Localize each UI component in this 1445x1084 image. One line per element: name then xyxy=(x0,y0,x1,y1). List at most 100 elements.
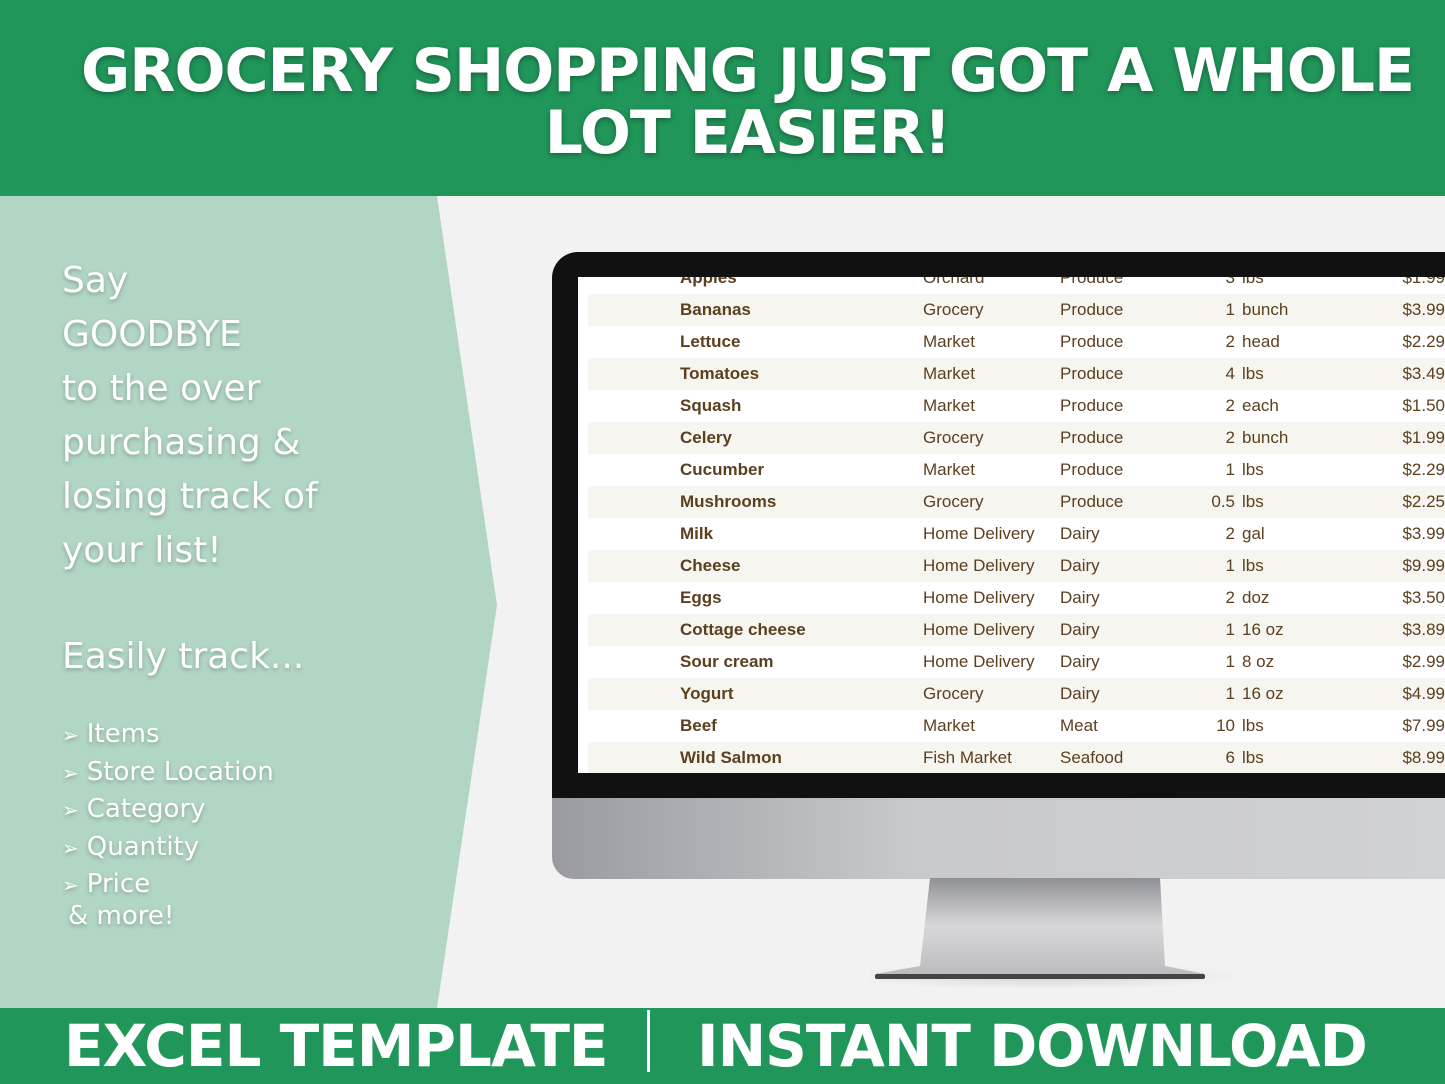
cell-store[interactable]: Market xyxy=(923,710,975,742)
cell-unit[interactable]: gal xyxy=(1242,518,1265,550)
cell-qty[interactable]: 2 xyxy=(1226,326,1235,358)
cell-qty[interactable]: 0.5 xyxy=(1211,486,1235,518)
cell-item[interactable]: Apples xyxy=(680,277,737,294)
cell-store[interactable]: Grocery xyxy=(923,294,983,326)
cell-price[interactable]: $3.99 xyxy=(1402,518,1445,550)
cell-unit[interactable]: bunch xyxy=(1242,422,1288,454)
cell-store[interactable]: Home Delivery xyxy=(923,614,1034,646)
cell-category[interactable]: Dairy xyxy=(1060,678,1100,710)
cell-unit[interactable]: lbs xyxy=(1242,454,1264,486)
cell-price[interactable]: $3.49 xyxy=(1402,358,1445,390)
cell-category[interactable]: Produce xyxy=(1060,454,1123,486)
cell-unit[interactable]: each xyxy=(1242,390,1279,422)
cell-item[interactable]: Cheese xyxy=(680,550,740,582)
cell-item[interactable]: Beef xyxy=(680,710,717,742)
cell-qty[interactable]: 6 xyxy=(1226,742,1235,773)
cell-price[interactable]: $3.50 xyxy=(1402,582,1445,614)
cell-category[interactable]: Dairy xyxy=(1060,614,1100,646)
cell-store[interactable]: Home Delivery xyxy=(923,518,1034,550)
cell-store[interactable]: Home Delivery xyxy=(923,646,1034,678)
cell-qty[interactable]: 1 xyxy=(1226,646,1235,678)
cell-qty[interactable]: 2 xyxy=(1226,422,1235,454)
cell-price[interactable]: $3.89 xyxy=(1402,614,1445,646)
cell-item[interactable]: Yogurt xyxy=(680,678,734,710)
cell-price[interactable]: $2.99 xyxy=(1402,646,1445,678)
cell-item[interactable]: Tomatoes xyxy=(680,358,759,390)
cell-item[interactable]: Bananas xyxy=(680,294,751,326)
cell-category[interactable]: Dairy xyxy=(1060,646,1100,678)
cell-store[interactable]: Market xyxy=(923,454,975,486)
cell-unit[interactable]: 8 oz xyxy=(1242,646,1274,678)
cell-item[interactable]: Wild Salmon xyxy=(680,742,782,773)
cell-item[interactable]: Cucumber xyxy=(680,454,764,486)
cell-qty[interactable]: 2 xyxy=(1226,582,1235,614)
cell-qty[interactable]: 1 xyxy=(1226,550,1235,582)
cell-price[interactable]: $2.25 xyxy=(1402,486,1445,518)
cell-item[interactable]: Sour cream xyxy=(680,646,774,678)
cell-category[interactable]: Seafood xyxy=(1060,742,1123,773)
table-row: Apples Orchard Produce 3 lbs $1.99 xyxy=(588,277,1445,294)
cell-item[interactable]: Eggs xyxy=(680,582,722,614)
cell-category[interactable]: Produce xyxy=(1060,390,1123,422)
cell-qty[interactable]: 1 xyxy=(1226,614,1235,646)
cell-unit[interactable]: bunch xyxy=(1242,294,1288,326)
cell-qty[interactable]: 1 xyxy=(1226,294,1235,326)
cell-category[interactable]: Dairy xyxy=(1060,518,1100,550)
cell-price[interactable]: $4.99 xyxy=(1402,678,1445,710)
cell-item[interactable]: Celery xyxy=(680,422,732,454)
cell-item[interactable]: Squash xyxy=(680,390,741,422)
table-row: Bananas Grocery Produce 1 bunch $3.99 xyxy=(588,294,1445,326)
cell-qty[interactable]: 4 xyxy=(1226,358,1235,390)
cell-unit[interactable]: lbs xyxy=(1242,277,1264,294)
cell-store[interactable]: Home Delivery xyxy=(923,550,1034,582)
cell-store[interactable]: Home Delivery xyxy=(923,582,1034,614)
cell-unit[interactable]: lbs xyxy=(1242,550,1264,582)
cell-item[interactable]: Lettuce xyxy=(680,326,740,358)
cell-category[interactable]: Produce xyxy=(1060,277,1123,294)
cell-price[interactable]: $2.29 xyxy=(1402,326,1445,358)
cell-qty[interactable]: 2 xyxy=(1226,518,1235,550)
cell-qty[interactable]: 1 xyxy=(1226,678,1235,710)
cell-store[interactable]: Market xyxy=(923,390,975,422)
cell-unit[interactable]: 16 oz xyxy=(1242,678,1284,710)
cell-price[interactable]: $8.99 xyxy=(1402,742,1445,773)
cell-unit[interactable]: lbs xyxy=(1242,358,1264,390)
cell-unit[interactable]: doz xyxy=(1242,582,1269,614)
cell-store[interactable]: Orchard xyxy=(923,277,984,294)
cell-store[interactable]: Grocery xyxy=(923,486,983,518)
cell-qty[interactable]: 2 xyxy=(1226,390,1235,422)
cell-store[interactable]: Fish Market xyxy=(923,742,1012,773)
cell-unit[interactable]: lbs xyxy=(1242,710,1264,742)
cell-item[interactable]: Mushrooms xyxy=(680,486,776,518)
cell-unit[interactable]: head xyxy=(1242,326,1280,358)
cell-price[interactable]: $1.50 xyxy=(1402,390,1445,422)
cell-item[interactable]: Milk xyxy=(680,518,713,550)
cell-category[interactable]: Produce xyxy=(1060,326,1123,358)
cell-category[interactable]: Produce xyxy=(1060,486,1123,518)
cell-store[interactable]: Market xyxy=(923,358,975,390)
cell-qty[interactable]: 3 xyxy=(1226,277,1235,294)
feature-item: ➢ Quantity xyxy=(62,829,274,867)
cell-price[interactable]: $7.99 xyxy=(1402,710,1445,742)
cell-category[interactable]: Dairy xyxy=(1060,550,1100,582)
cell-category[interactable]: Dairy xyxy=(1060,582,1100,614)
cell-price[interactable]: $9.99 xyxy=(1402,550,1445,582)
cell-unit[interactable]: lbs xyxy=(1242,742,1264,773)
cell-qty[interactable]: 10 xyxy=(1216,710,1235,742)
cell-unit[interactable]: 16 oz xyxy=(1242,614,1284,646)
cell-price[interactable]: $2.29 xyxy=(1402,454,1445,486)
cell-price[interactable]: $1.99 xyxy=(1402,422,1445,454)
cell-unit[interactable]: lbs xyxy=(1242,486,1264,518)
table-row: Squash Market Produce 2 each $1.50 xyxy=(588,390,1445,422)
cell-qty[interactable]: 1 xyxy=(1226,454,1235,486)
cell-category[interactable]: Produce xyxy=(1060,422,1123,454)
cell-price[interactable]: $1.99 xyxy=(1402,277,1445,294)
cell-category[interactable]: Produce xyxy=(1060,358,1123,390)
cell-store[interactable]: Grocery xyxy=(923,422,983,454)
cell-store[interactable]: Market xyxy=(923,326,975,358)
cell-price[interactable]: $3.99 xyxy=(1402,294,1445,326)
cell-item[interactable]: Cottage cheese xyxy=(680,614,806,646)
cell-category[interactable]: Meat xyxy=(1060,710,1098,742)
cell-category[interactable]: Produce xyxy=(1060,294,1123,326)
cell-store[interactable]: Grocery xyxy=(923,678,983,710)
